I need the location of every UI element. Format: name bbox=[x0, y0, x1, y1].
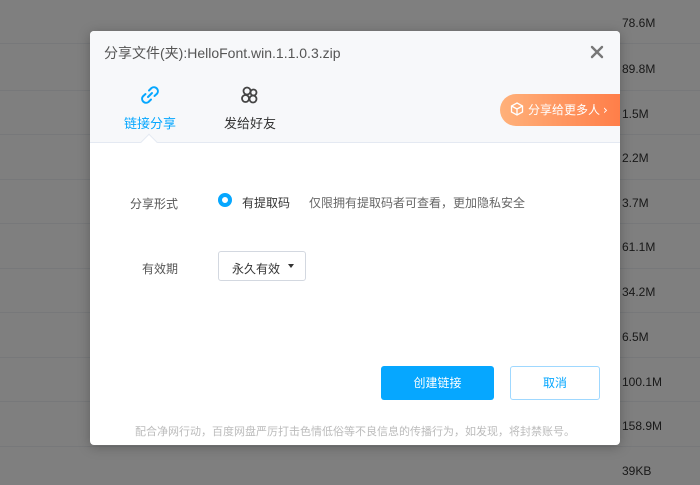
close-icon bbox=[590, 45, 604, 59]
cube-icon bbox=[510, 102, 524, 116]
close-button[interactable] bbox=[588, 43, 606, 61]
radio-extraction-code[interactable] bbox=[218, 193, 232, 207]
tab-label: 发给好友 bbox=[223, 117, 276, 132]
tab-send-friend[interactable]: 发给好友 bbox=[210, 83, 290, 143]
friends-icon bbox=[241, 86, 258, 104]
radio-extraction-code-label[interactable]: 有提取码 bbox=[242, 194, 290, 211]
expiry-select-value: 永久有效 bbox=[232, 262, 281, 276]
tab-label: 链接分享 bbox=[123, 117, 176, 132]
expiry-label: 有效期 bbox=[141, 262, 178, 276]
share-dialog: 分享文件(夹):HelloFont.win.1.1.0.3.zip 链接分享 发… bbox=[90, 31, 620, 445]
chevron-right-icon: › bbox=[603, 103, 608, 117]
dialog-title: 分享文件(夹):HelloFont.win.1.1.0.3.zip bbox=[104, 45, 341, 61]
expiry-select[interactable]: 永久有效 bbox=[218, 251, 306, 281]
caret-down-icon bbox=[288, 264, 294, 268]
share-type-description: 仅限拥有提取码者可查看，更加隐私安全 bbox=[309, 196, 526, 210]
share-more-promo-button[interactable]: 分享给更多人 › bbox=[500, 94, 620, 126]
create-link-button[interactable]: 创建链接 bbox=[381, 366, 494, 400]
dialog-header: 分享文件(夹):HelloFont.win.1.1.0.3.zip 链接分享 发… bbox=[90, 31, 620, 143]
link-icon bbox=[141, 86, 159, 104]
cancel-button[interactable]: 取消 bbox=[510, 366, 600, 400]
share-type-label: 分享形式 bbox=[129, 197, 178, 211]
promo-label: 分享给更多人 bbox=[528, 103, 601, 117]
footer-notice: 配合净网行动，百度网盘严厉打击色情低俗等不良信息的传播行为，如发现，将封禁账号。 bbox=[135, 425, 575, 438]
